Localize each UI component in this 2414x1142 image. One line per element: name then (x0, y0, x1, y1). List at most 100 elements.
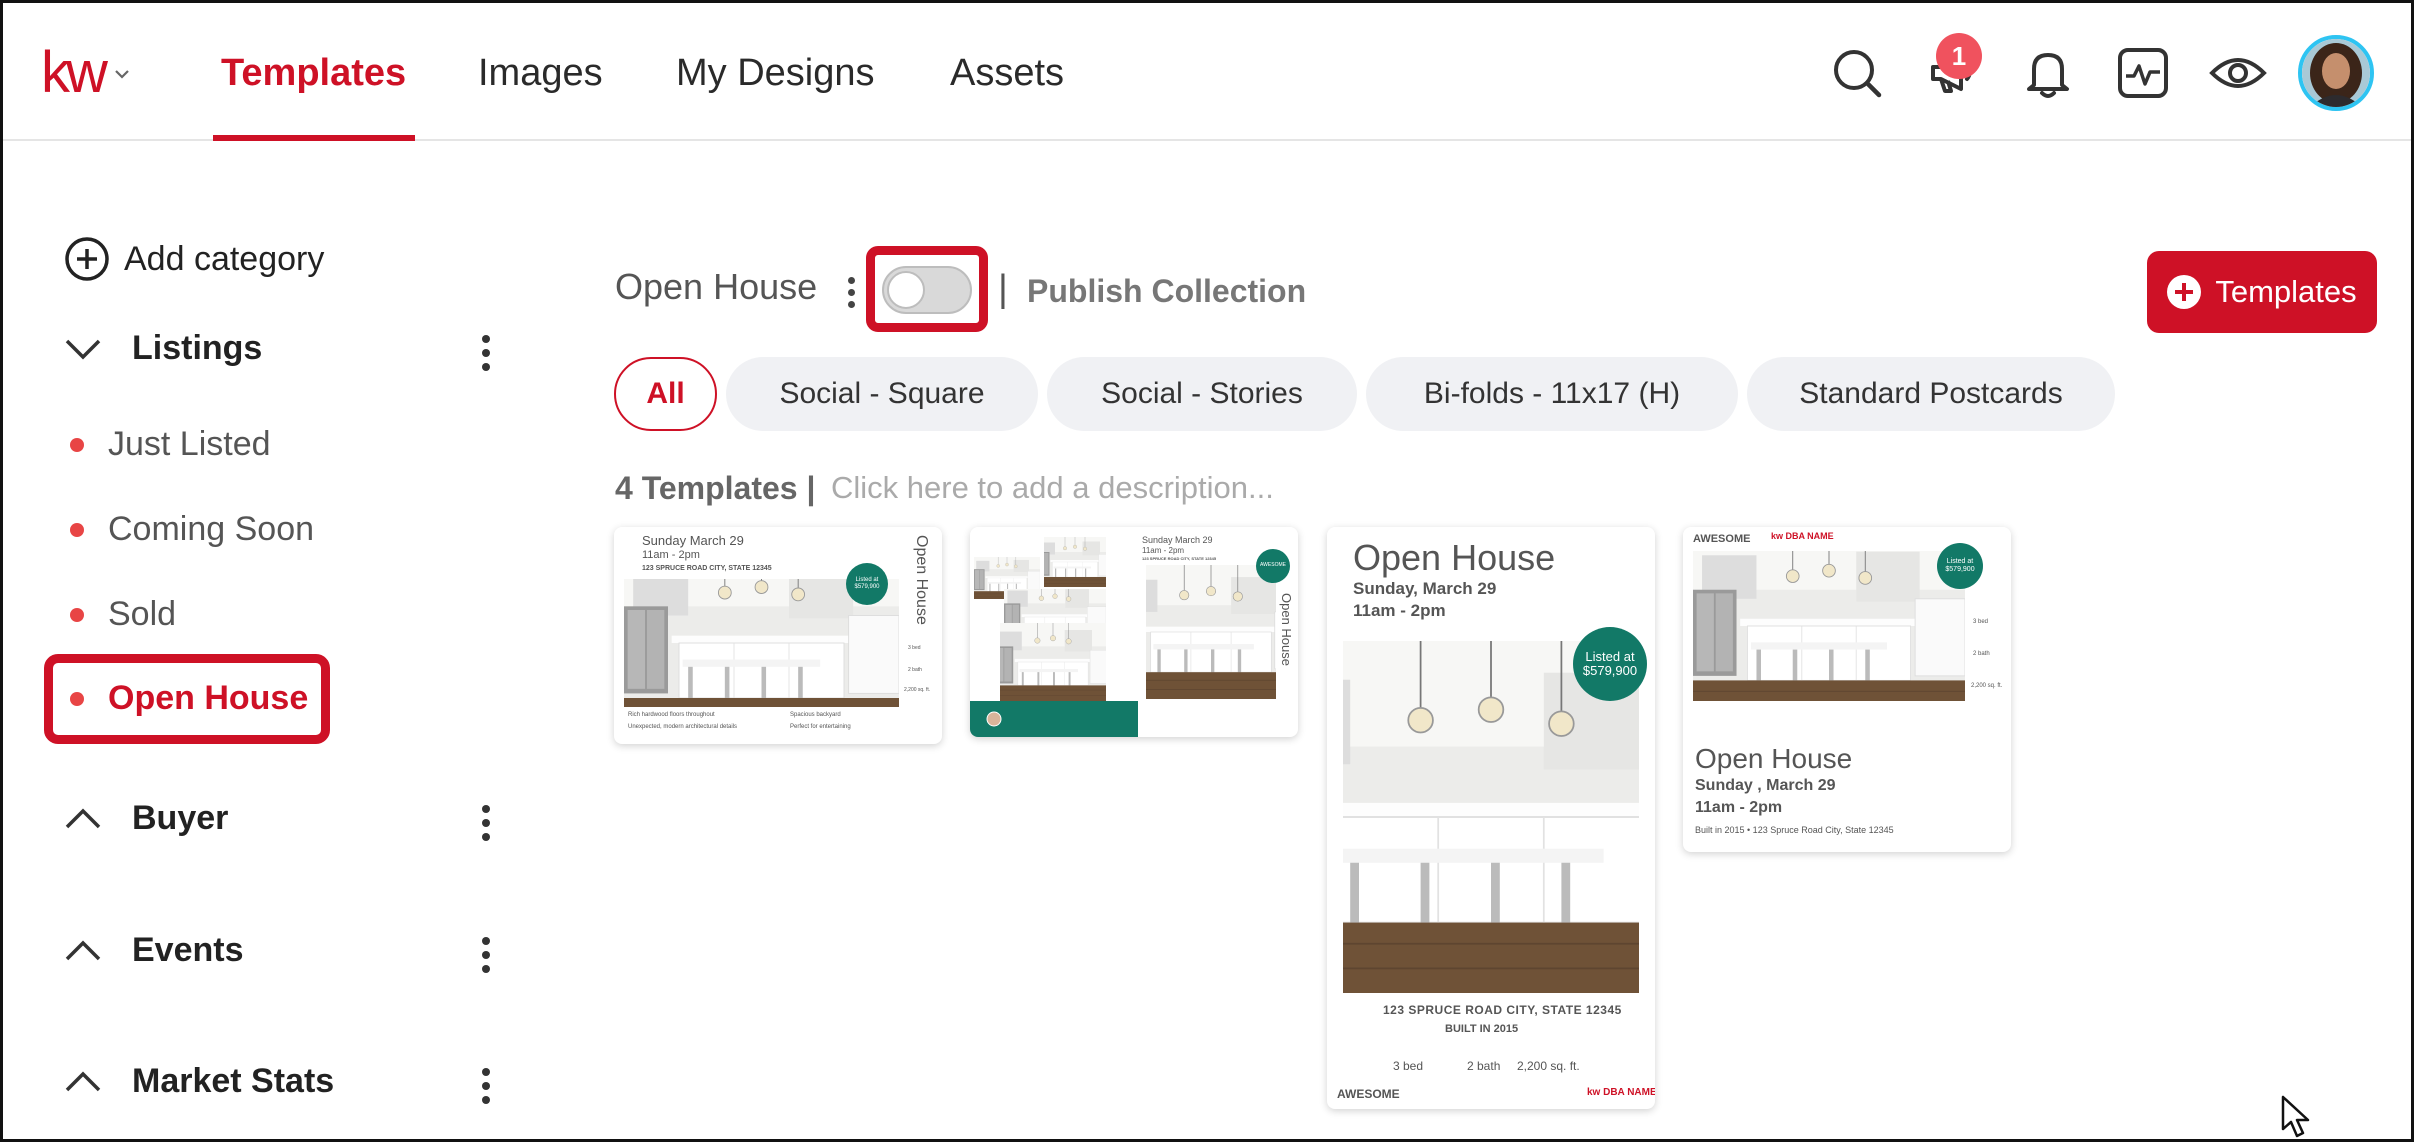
template-count: 4 Templates | (615, 470, 816, 506)
events-more-menu-icon[interactable] (468, 931, 504, 979)
vertical-title: Open House (913, 535, 930, 625)
template-card-3[interactable]: Open House Sunday, March 29 11am - 2pm L… (1327, 527, 1655, 1109)
buyer-more-menu-icon[interactable] (468, 799, 504, 847)
price-badge: Listed at $579,900 (1573, 627, 1647, 701)
chevron-down-icon (65, 339, 101, 359)
template-card-1[interactable]: Sunday March 29 11am - 2pm 123 SPRUCE RO… (614, 527, 942, 744)
toggle-knob (887, 271, 925, 309)
stat-beds: 3 bed (908, 645, 921, 651)
card-time: 11am - 2pm (1695, 799, 1783, 816)
category-label: Buyer (132, 799, 229, 837)
category-market-stats[interactable]: Market Stats (64, 1062, 504, 1101)
kw-logo-menu[interactable]: kw (41, 43, 151, 103)
kitchen-photo (1044, 537, 1106, 587)
add-category-button[interactable]: Add category (64, 236, 324, 282)
filter-chip-standard-postcards[interactable]: Standard Postcards (1747, 357, 2115, 431)
chevron-up-icon (65, 1071, 101, 1091)
kitchen-photo (1693, 551, 1965, 701)
sidebar-item-label: Sold (108, 595, 177, 633)
logo-badge: AWESOME (1256, 549, 1290, 583)
card-address: 123 SPRUCE ROAD CITY, STATE 12345 (1142, 556, 1217, 561)
filter-chip-social-stories[interactable]: Social - Stories (1047, 357, 1357, 431)
sidebar-item-label: Open House (108, 679, 309, 717)
collection-description-input[interactable]: Click here to add a description... (831, 470, 1274, 506)
add-templates-button[interactable]: Templates (2147, 251, 2377, 333)
filter-chip-social-square[interactable]: Social - Square (726, 357, 1038, 431)
sidebar-item-just-listed[interactable]: Just Listed (70, 425, 271, 464)
agent-avatar (986, 711, 1002, 727)
kitchen-photo (1146, 565, 1276, 699)
sidebar-item-label: Coming Soon (108, 510, 315, 548)
chevron-up-icon (65, 808, 101, 828)
stat-sqft: 2,200 sq. ft. (1517, 1059, 1580, 1073)
tab-assets[interactable]: Assets (950, 47, 1064, 99)
market-stats-more-menu-icon[interactable] (468, 1062, 504, 1110)
bullet-text: Perfect for entertaining (790, 724, 851, 730)
bullet-dot (70, 437, 84, 452)
template-card-4[interactable]: AWESOME kw DBA NAME Listed at $579,900 3 … (1683, 527, 2011, 852)
bullet-text: Spacious backyard (790, 712, 841, 718)
filter-chip-all[interactable]: All (614, 357, 717, 431)
card-built-year: BUILT IN 2015 (1445, 1023, 1519, 1035)
add-category-label: Add category (124, 239, 325, 278)
brand-logo-kw: kw DBA NAME (1587, 1087, 1655, 1098)
card-title: Open House (1353, 537, 1556, 578)
chevron-down-icon (114, 67, 130, 85)
plus-icon (2167, 275, 2202, 309)
category-label: Listings (132, 329, 263, 367)
filter-chip-bifolds[interactable]: Bi-folds - 11x17 (H) (1366, 357, 1738, 431)
price-badge: Listed at $579,900 (846, 563, 888, 605)
category-events[interactable]: Events (64, 931, 504, 970)
sidebar-item-sold[interactable]: Sold (70, 595, 176, 634)
tab-my-designs[interactable]: My Designs (676, 47, 875, 99)
stat-sqft: 2,200 sq. ft. (904, 687, 931, 693)
category-label: Market Stats (132, 1062, 335, 1100)
card-address: 123 SPRUCE ROAD CITY, STATE 12345 (642, 565, 772, 572)
sidebar-item-open-house[interactable]: Open House (70, 679, 308, 718)
mouse-cursor-icon (2280, 1095, 2314, 1142)
separator: | (998, 268, 1008, 310)
user-avatar[interactable] (2298, 35, 2374, 111)
add-templates-label: Templates (2215, 274, 2357, 309)
plus-circle-icon (65, 237, 109, 281)
activity-icon[interactable] (2111, 41, 2175, 105)
tab-images[interactable]: Images (478, 47, 603, 99)
active-tab-indicator (213, 135, 415, 141)
card-time: 11am - 2pm (1353, 601, 1446, 620)
category-label: Events (132, 931, 244, 969)
bullet-dot (70, 607, 84, 622)
stat-beds: 3 bed (1393, 1059, 1424, 1073)
card-title: Open House (1695, 743, 1853, 774)
collection-title[interactable]: Open House (615, 266, 817, 308)
bell-icon[interactable] (2016, 41, 2080, 105)
top-navbar: kw Templates Images My Designs Assets 1 (3, 3, 2411, 141)
card-date: Sunday March 29 (1142, 535, 1213, 545)
publish-collection-label[interactable]: Publish Collection (1027, 273, 1306, 310)
template-card-2[interactable]: Sunday March 29 11am - 2pm 123 SPRUCE RO… (970, 527, 1298, 737)
stat-baths: 2 bath (1467, 1059, 1501, 1073)
stat-beds: 3 bed (1973, 619, 1989, 625)
brand-logo-awesome: AWESOME (1337, 1087, 1400, 1101)
stat-baths: 2 bath (908, 667, 922, 673)
chevron-up-icon (65, 940, 101, 960)
search-icon[interactable] (1825, 41, 1889, 105)
eye-icon[interactable] (2206, 41, 2270, 105)
kitchen-photo (1000, 623, 1106, 701)
vertical-title: Open House (1279, 593, 1294, 666)
card-footer: Built in 2015 • 123 Spruce Road City, St… (1695, 825, 1894, 835)
card-date: Sunday, March 29 (1353, 579, 1497, 598)
kw-logo: kw (41, 40, 108, 105)
collection-more-menu-icon[interactable] (838, 270, 864, 314)
publish-toggle[interactable] (882, 266, 972, 314)
listings-more-menu-icon[interactable] (468, 329, 504, 377)
notification-count-badge: 1 (1936, 33, 1982, 79)
category-buyer[interactable]: Buyer (64, 799, 504, 838)
brand-logo-awesome: AWESOME (1693, 533, 1751, 545)
tab-templates[interactable]: Templates (221, 47, 406, 99)
card-time: 11am - 2pm (642, 549, 700, 561)
agent-footer-bar (970, 701, 1138, 737)
card-time: 11am - 2pm (1142, 546, 1185, 555)
category-listings[interactable]: Listings (64, 329, 504, 368)
card-address: 123 SPRUCE ROAD CITY, STATE 12345 (1383, 1003, 1622, 1017)
sidebar-item-coming-soon[interactable]: Coming Soon (70, 510, 314, 549)
